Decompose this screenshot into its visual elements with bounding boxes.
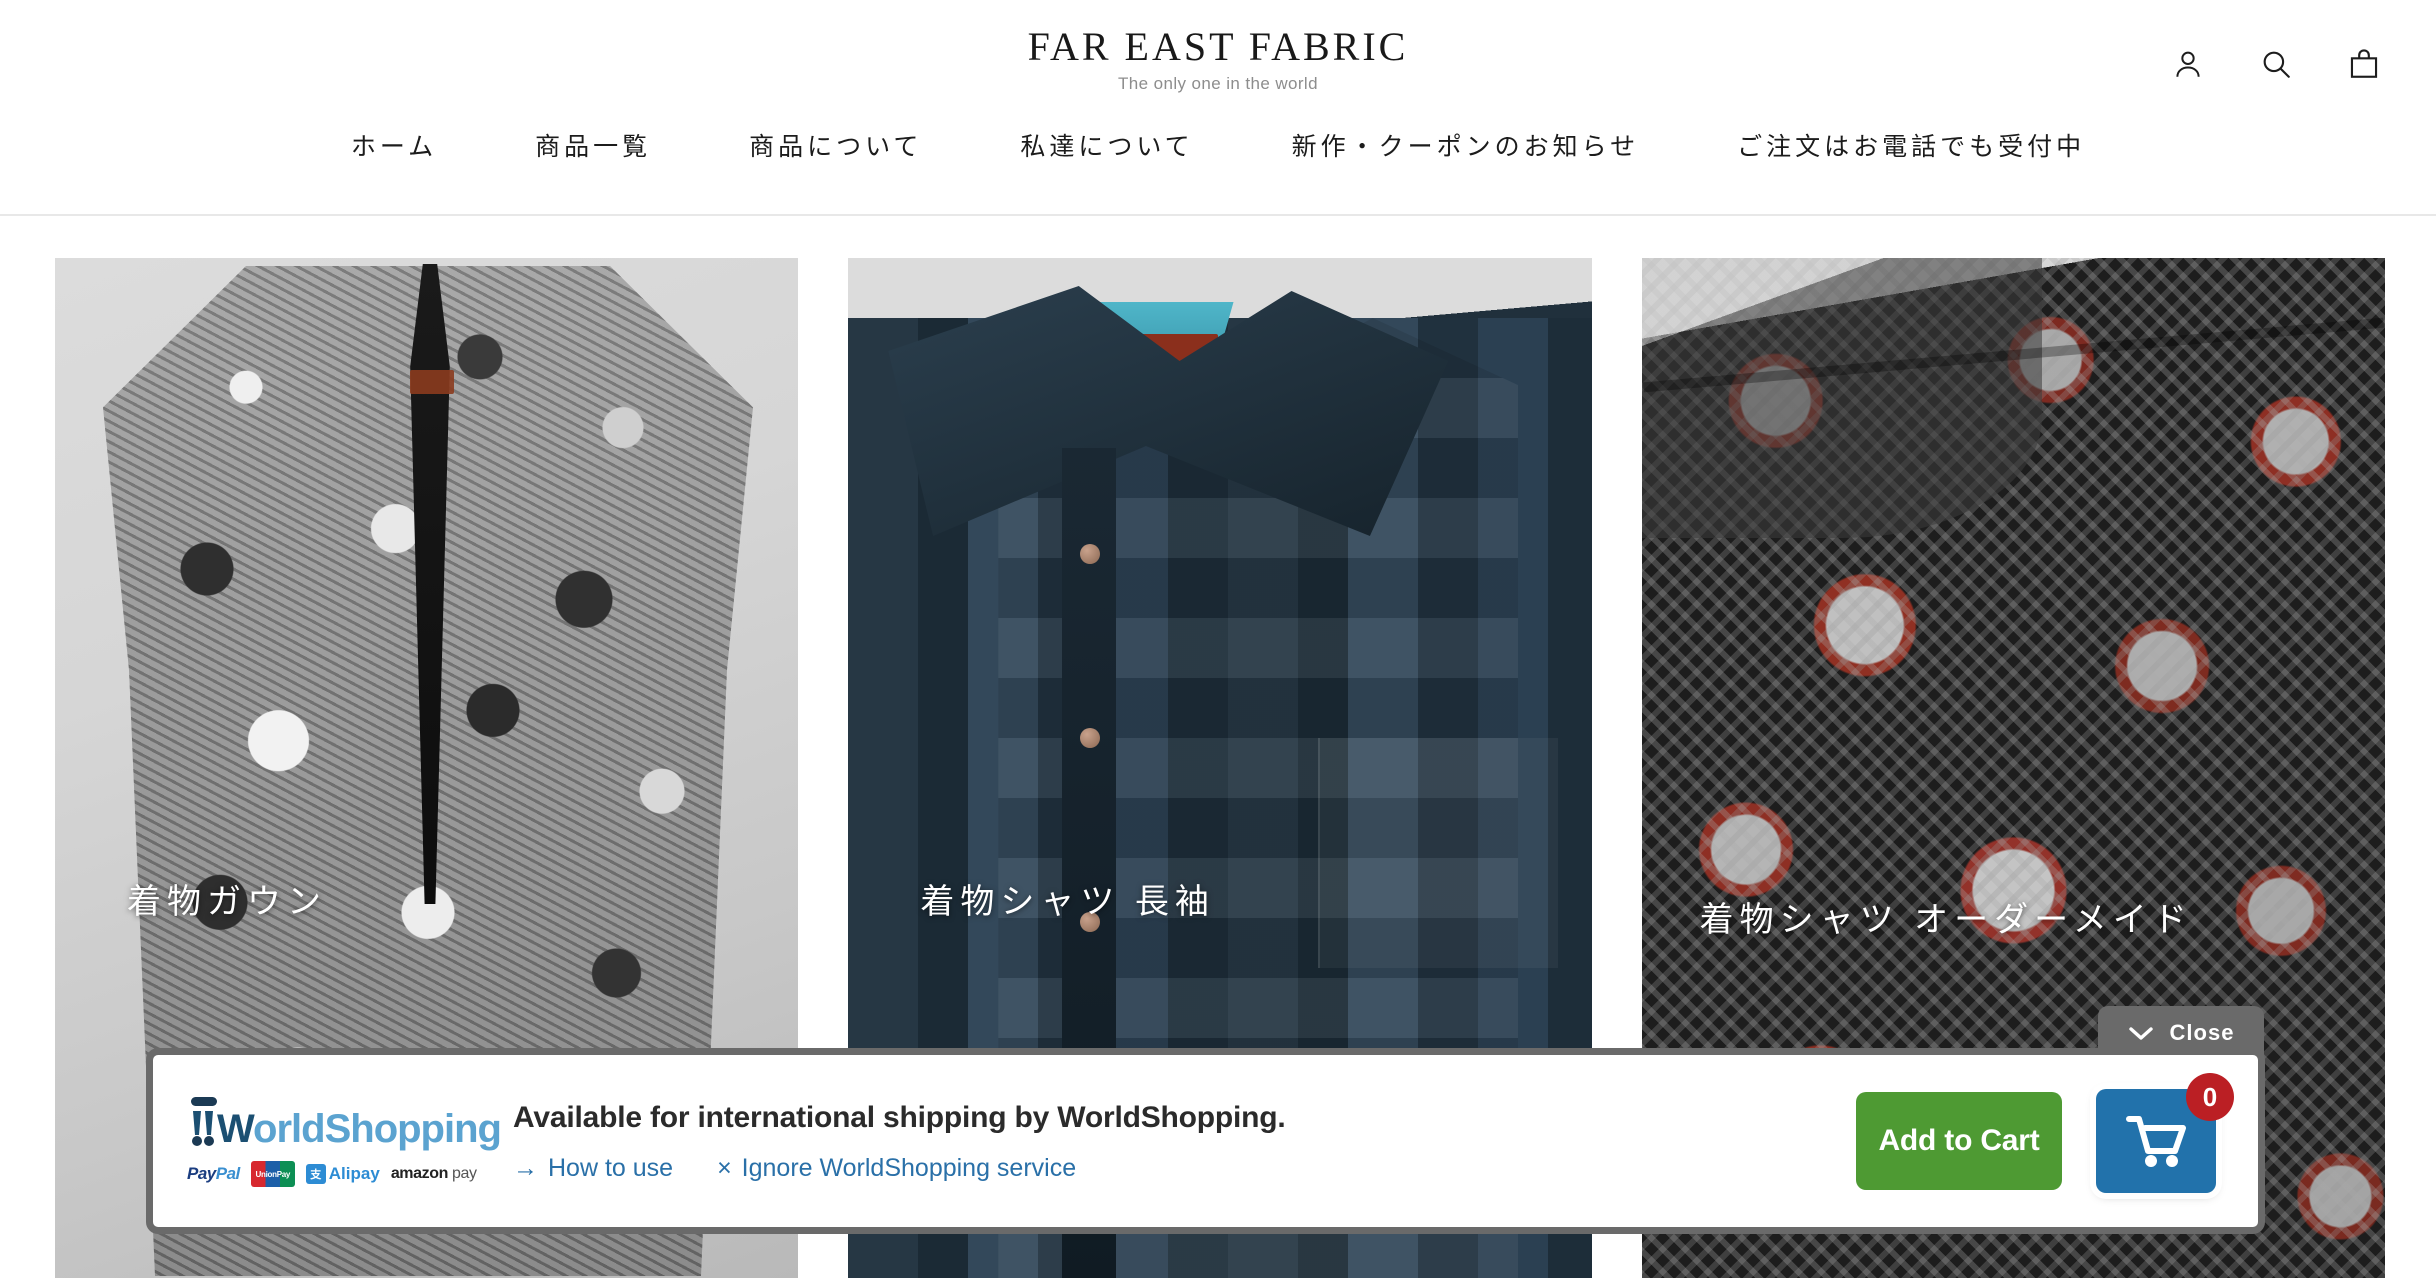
close-x-icon: × [717,1154,732,1182]
paypal-icon: Pay Pal [187,1164,240,1183]
cart-bag-icon[interactable] [2344,44,2384,84]
worldshopping-logo-text: WorldShopping [217,1107,502,1151]
worldshopping-logo-rest: orldShopping [253,1107,502,1151]
unionpay-icon: UnionPay [250,1161,295,1187]
close-label: Close [2169,1020,2235,1045]
brand-title: FAR EAST FABRIC [1027,24,1409,69]
product-caption: 着物ガウン [127,884,327,921]
nav-item-news-coupons[interactable]: 新作・クーポンのお知らせ [1243,130,1689,164]
worldshopping-banner: WorldShopping Pay Pal UnionPay 支 Alipay am… [146,1048,2265,1234]
page-root: FAR EAST FABRIC The only one in the worl… [0,0,2436,1278]
worldshopping-message-block: Available for international shipping by … [503,1099,1856,1183]
nav-item-about-us[interactable]: 私達について [971,130,1242,164]
main-navigation: ホーム 商品一覧 商品について 私達について 新作・クーポンのお知らせ ご注文は… [0,130,2436,164]
brand-tagline: The only one in the world [1118,74,1318,93]
alipay-icon: 支 Alipay [305,1161,380,1187]
site-header: FAR EAST FABRIC The only one in the worl… [0,0,2436,216]
nav-item-about-products[interactable]: 商品について [700,130,971,164]
worldshopping-link-row: → How to use × Ignore WorldShopping serv… [513,1153,1856,1183]
worldshopping-cart-button[interactable]: 0 [2096,1073,2234,1193]
worldshopping-action-block: Add to Cart 0 [1856,1073,2258,1193]
product-caption: 着物シャツ オーダーメイド [1699,902,2193,939]
nav-item-home[interactable]: ホーム [302,130,486,164]
nav-item-product-list[interactable]: 商品一覧 [486,130,700,164]
worldshopping-headline: Available for international shipping by … [513,1101,1286,1134]
gown-brand-tag-art [410,370,454,394]
shopping-cart-icon [2126,1116,2186,1167]
worldshopping-mark-icon [191,1097,217,1146]
brand-block: FAR EAST FABRIC The only one in the worl… [0,24,2436,94]
payment-method-list: Pay Pal UnionPay 支 Alipay amazon pay [187,1161,477,1187]
worldshopping-brand-block: WorldShopping Pay Pal UnionPay 支 Alipay am… [153,1095,503,1187]
kimono-fabric-roll-art [1641,258,2042,538]
nav-item-phone-orders[interactable]: ご注文はお電話でも受付中 [1688,130,2134,164]
ignore-worldshopping-link[interactable]: × Ignore WorldShopping service [717,1153,1076,1183]
header-icon-group [2168,44,2384,84]
search-icon[interactable] [2256,44,2296,84]
arrow-right-icon: → [513,1154,538,1182]
amazonpay-icon: amazon pay [390,1165,477,1182]
chevron-down-icon [2128,1025,2154,1041]
cart-count-badge: 0 [2186,1073,2234,1121]
how-to-use-label: How to use [548,1154,674,1182]
shirt-pocket-art [1318,738,1559,968]
worldshopping-logo: WorldShopping [187,1095,502,1151]
how-to-use-link[interactable]: → How to use [513,1153,673,1183]
worldshopping-logo-first: W [217,1107,254,1151]
ignore-worldshopping-label: Ignore WorldShopping service [741,1154,1077,1182]
add-to-cart-button[interactable]: Add to Cart [1856,1092,2062,1190]
product-caption: 着物シャツ 長袖 [920,884,1215,921]
account-icon[interactable] [2168,44,2208,84]
